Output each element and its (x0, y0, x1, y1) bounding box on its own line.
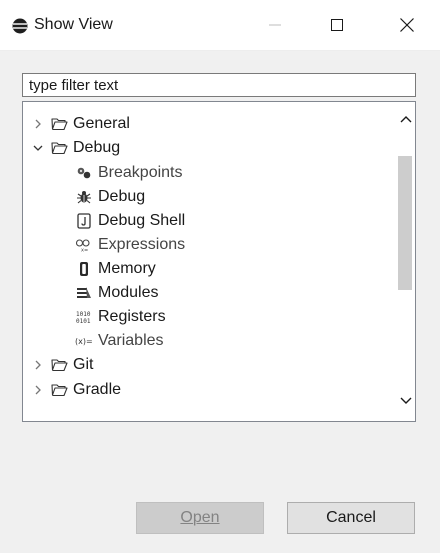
title-bar: Show View (0, 0, 440, 51)
tree-item-label: Modules (98, 284, 159, 301)
window-title: Show View (34, 16, 113, 33)
open-button-label: Open (180, 509, 220, 526)
tree-item-breakpoints[interactable]: Breakpoints (75, 161, 183, 185)
tree-item-label: Debug (73, 139, 121, 156)
minimize-button[interactable] (252, 0, 298, 50)
folder-icon (50, 357, 68, 373)
tree-item-modules[interactable]: Modules (75, 281, 158, 305)
folder-open-icon (50, 140, 68, 156)
svg-text:1010: 1010 (76, 311, 91, 318)
tree-item-label: Registers (98, 308, 166, 325)
maximize-icon (331, 19, 343, 31)
vertical-scrollbar[interactable] (396, 102, 415, 421)
maximize-button[interactable] (314, 0, 360, 50)
folder-icon (50, 382, 68, 398)
show-view-app-icon (12, 18, 28, 34)
tree-item-label: Expressions (98, 236, 186, 253)
svg-text:0101: 0101 (76, 318, 91, 324)
scroll-down-arrow-icon[interactable] (399, 394, 412, 407)
chevron-right-icon[interactable] (32, 359, 44, 371)
tree-item-label: Breakpoints (98, 164, 183, 181)
close-icon (400, 18, 414, 32)
memory-icon (75, 261, 93, 277)
folder-icon (50, 116, 68, 132)
tree-item-label: Debug (98, 188, 146, 205)
scroll-up-arrow-icon[interactable] (399, 112, 412, 125)
chevron-right-icon[interactable] (32, 118, 44, 130)
svg-text:(x)=: (x)= (75, 337, 93, 346)
debug-shell-icon (75, 213, 93, 229)
tree-item-gradle[interactable]: Gradle (32, 378, 121, 402)
cancel-button[interactable]: Cancel (287, 502, 415, 534)
variables-icon: (x)= (75, 333, 93, 349)
scrollbar-thumb[interactable] (398, 156, 412, 290)
tree-item-debug-folder[interactable]: Debug (32, 136, 120, 160)
close-button[interactable] (384, 0, 430, 50)
debug-bug-icon (75, 189, 93, 205)
chevron-right-icon[interactable] (32, 384, 44, 396)
tree-item-variables[interactable]: (x)= Variables (75, 329, 164, 353)
expressions-icon: x= (75, 237, 93, 253)
registers-icon: 1010 0101 (75, 309, 93, 325)
tree-item-label: Memory (98, 260, 156, 277)
cancel-button-label: Cancel (326, 509, 376, 526)
tree-item-label: Git (73, 356, 94, 373)
breakpoints-icon (75, 165, 93, 181)
tree-item-debug-view[interactable]: Debug (75, 185, 145, 209)
view-tree[interactable]: General Debug Breakpoints Debug Debug Sh… (22, 101, 416, 422)
svg-text:x=: x= (81, 248, 88, 253)
open-button[interactable]: Open (136, 502, 264, 534)
filter-input[interactable] (22, 73, 416, 97)
tree-item-label: Debug Shell (98, 212, 186, 229)
tree-item-label: Gradle (73, 381, 122, 398)
tree-item-expressions[interactable]: x= Expressions (75, 233, 185, 257)
tree-item-label: Variables (98, 332, 164, 349)
tree-item-memory[interactable]: Memory (75, 257, 156, 281)
chevron-down-icon[interactable] (32, 142, 44, 154)
minimize-icon (269, 24, 281, 26)
tree-item-registers[interactable]: 1010 0101 Registers (75, 305, 166, 329)
tree-item-label: General (73, 115, 130, 132)
tree-item-debug-shell[interactable]: Debug Shell (75, 209, 185, 233)
modules-icon (75, 285, 93, 301)
tree-item-general[interactable]: General (32, 112, 130, 136)
tree-item-git[interactable]: Git (32, 353, 93, 377)
